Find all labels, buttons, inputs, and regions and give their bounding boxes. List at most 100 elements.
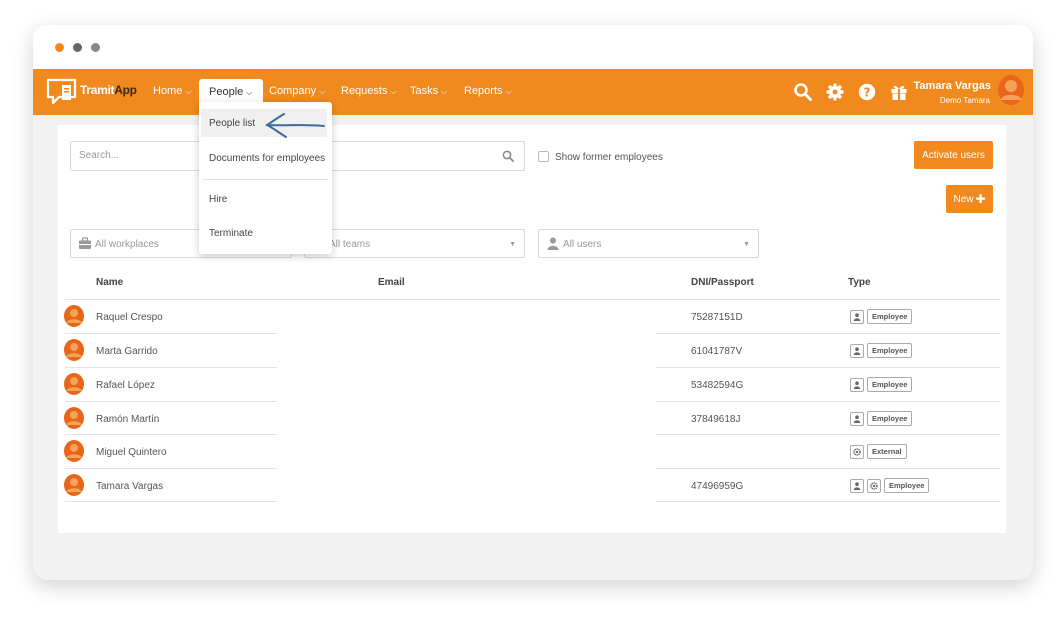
person-type: Employee [850, 411, 913, 426]
type-badge: Employee [867, 343, 913, 358]
user-icon [850, 377, 864, 392]
search-icon[interactable] [502, 150, 514, 162]
nav-requests-label: Requests [341, 85, 388, 97]
new-button-label: New [953, 193, 974, 205]
person-dni: 75287151D [691, 312, 743, 323]
row-divider [656, 501, 1000, 502]
person-type: Employee [850, 343, 913, 358]
person-name[interactable]: Miguel Quintero [96, 447, 167, 458]
avatar [64, 339, 84, 361]
logo-icon [46, 78, 77, 105]
briefcase-icon [79, 237, 91, 249]
person-type: Employee [850, 478, 930, 493]
table-row[interactable]: Raquel Crespo 75287151D Employee [58, 300, 1006, 333]
top-navbar: TramitApp Home ⌵ People ⌵ Company ⌵ Request… [33, 69, 1033, 115]
brand-name-part2: App [114, 83, 137, 97]
menu-item-terminate[interactable]: Terminate [209, 228, 253, 239]
avatar [64, 440, 84, 462]
person-name[interactable]: Marta Garrido [96, 346, 158, 357]
avatar [64, 474, 84, 496]
user-icon [850, 309, 864, 324]
window-close-dot[interactable] [55, 43, 64, 52]
show-former-checkbox[interactable] [538, 151, 549, 162]
nav-company[interactable]: Company ⌵ [269, 85, 325, 97]
avatar [64, 407, 84, 429]
chevron-down-icon: ⌵ [185, 87, 192, 96]
nav-home-label: Home [153, 85, 183, 97]
nav-requests[interactable]: Requests ⌵ [341, 85, 397, 97]
type-badge: Employee [867, 411, 913, 426]
workplace-filter-value: All workplaces [95, 239, 159, 250]
avatar [64, 373, 84, 395]
person-type: External [850, 444, 907, 459]
menu-item-hire[interactable]: Hire [209, 194, 227, 205]
column-header-email[interactable]: Email [378, 277, 405, 288]
activate-users-label: Activate users [922, 149, 985, 161]
type-badge: Employee [867, 309, 913, 324]
column-header-dni[interactable]: DNI/Passport [691, 277, 754, 288]
person-dni: 47496959G [691, 481, 744, 492]
annotation-arrow-icon [264, 113, 325, 138]
caret-down-icon: ▼ [509, 241, 516, 248]
person-dni: 61041787V [691, 346, 743, 357]
team-filter-select[interactable]: All teams ▼ [304, 229, 525, 258]
chevron-down-icon: ⌵ [246, 88, 253, 97]
nav-reports-label: Reports [464, 85, 503, 97]
svg-text:?: ? [864, 86, 871, 100]
menu-item-documents-for-employees[interactable]: Documents for employees [209, 153, 325, 164]
row-divider [65, 501, 277, 502]
browser-window: TramitApp Home ⌵ People ⌵ Company ⌵ Request… [33, 25, 1033, 580]
show-former-label[interactable]: Show former employees [555, 152, 663, 163]
person-dni: 37849618J [691, 414, 741, 425]
gear-icon[interactable] [825, 82, 845, 102]
type-badge: Employee [884, 478, 930, 493]
nav-tasks[interactable]: Tasks ⌵ [410, 85, 447, 97]
window-maximize-dot[interactable] [91, 43, 100, 52]
column-header-type[interactable]: Type [848, 277, 871, 288]
gear-icon [867, 478, 881, 493]
nav-tasks-label: Tasks [410, 85, 439, 97]
window-titlebar [33, 25, 1033, 69]
brand-name: TramitApp [80, 83, 137, 97]
type-badge: Employee [867, 377, 913, 392]
table-row[interactable]: Ramón Martín 37849618J Employee [58, 402, 1006, 435]
nav-home[interactable]: Home ⌵ [153, 85, 191, 97]
plus-icon: ✚ [975, 192, 986, 206]
chevron-down-icon: ⌵ [319, 87, 326, 96]
brand-name-part1: Tramit [80, 83, 115, 97]
menu-divider [203, 179, 328, 180]
new-button[interactable]: New ✚ [946, 185, 993, 213]
search-icon[interactable] [793, 82, 813, 102]
column-header-name[interactable]: Name [96, 277, 123, 288]
window-minimize-dot[interactable] [73, 43, 82, 52]
activate-users-button[interactable]: Activate users [914, 141, 993, 169]
person-type: Employee [850, 309, 913, 324]
table-row[interactable]: Miguel Quintero External [58, 435, 1006, 468]
table-row[interactable]: Rafael López 53482594G Employee [58, 368, 1006, 401]
gift-icon[interactable] [889, 82, 909, 102]
table-row[interactable]: Tamara Vargas 47496959G Employee [58, 469, 1006, 502]
gear-icon [850, 444, 864, 459]
nav-people-label: People [209, 86, 244, 98]
user-filter-value: All users [563, 239, 602, 250]
person-name[interactable]: Ramón Martín [96, 414, 159, 425]
user-filter-select[interactable]: All users ▼ [538, 229, 759, 258]
nav-company-label: Company [269, 85, 317, 97]
user-icon [850, 411, 864, 426]
menu-item-people-list[interactable]: People list [209, 118, 255, 129]
person-name[interactable]: Rafael López [96, 380, 155, 391]
user-name[interactable]: Tamara Vargas [914, 80, 991, 92]
help-icon[interactable]: ? [857, 82, 877, 102]
team-filter-value: All teams [329, 239, 371, 250]
nav-reports[interactable]: Reports ⌵ [464, 85, 512, 97]
avatar [64, 305, 84, 327]
person-name[interactable]: Tamara Vargas [96, 481, 163, 492]
person-name[interactable]: Raquel Crespo [96, 312, 163, 323]
user-avatar[interactable] [997, 74, 1025, 106]
user-icon [850, 478, 864, 493]
chevron-down-icon: ⌵ [505, 87, 512, 96]
chevron-down-icon: ⌵ [441, 87, 448, 96]
person-dni: 53482594G [691, 380, 744, 391]
table-row[interactable]: Marta Garrido 61041787V Employee [58, 334, 1006, 367]
user-company: Demo Tamara [939, 96, 990, 105]
